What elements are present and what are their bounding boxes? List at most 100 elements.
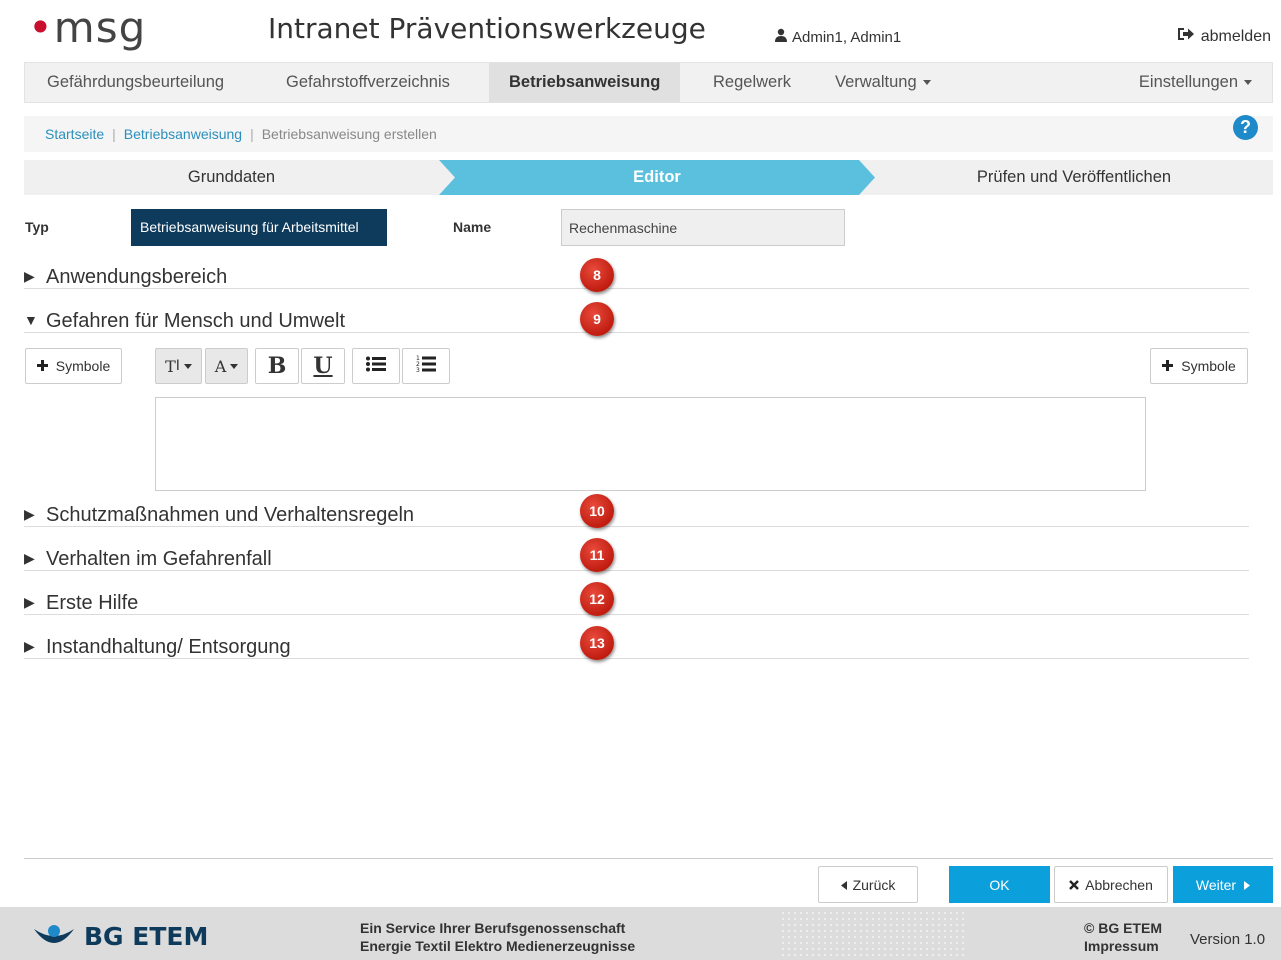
bg-etem-logo-text: BG ETEM [84, 922, 209, 951]
nav-regelwerk[interactable]: Regelwerk [693, 63, 811, 102]
add-symbols-right-button[interactable]: Symbole [1150, 348, 1248, 384]
main-nav: Gefährdungsbeurteilung Gefahrstoffverzei… [24, 62, 1273, 103]
expand-arrow-icon: ▶ [24, 506, 35, 522]
name-label: Name [453, 219, 492, 235]
bullet-list-icon [366, 356, 386, 376]
text-size-button[interactable]: TI [155, 348, 202, 384]
underline-button[interactable]: U [301, 348, 345, 384]
nav-verwaltung[interactable]: Verwaltung [815, 63, 951, 102]
rich-text-editor[interactable] [155, 397, 1146, 491]
breadcrumb-separator: | [112, 126, 116, 142]
back-button[interactable]: Zurück [818, 866, 918, 903]
footer-service-line1: Ein Service Ihrer Berufsgenossenschaft [360, 920, 626, 936]
caret-down-icon [1244, 80, 1252, 86]
step-badge: 9 [580, 302, 614, 336]
wizard-steps: Grunddaten Editor Prüfen und Veröffentli… [24, 160, 1273, 195]
section-title: Gefahren für Mensch und Umwelt [46, 310, 346, 332]
section-title: Verhalten im Gefahrenfall [46, 548, 272, 570]
step-pruefen[interactable]: Prüfen und Veröffentlichen [875, 160, 1273, 195]
section-gefahren[interactable]: ▼ Gefahren für Mensch und Umwelt [24, 309, 1249, 333]
step-grunddaten[interactable]: Grunddaten [24, 160, 439, 195]
footer-service-line2: Energie Textil Elektro Medienerzeugnisse [360, 938, 636, 954]
app-title: Intranet Präventionswerkzeuge [268, 12, 706, 45]
expand-arrow-icon: ▶ [24, 638, 35, 654]
caret-left-icon [840, 877, 847, 893]
bg-etem-logo-icon [34, 924, 74, 943]
footer-service: Ein Service Ihrer Berufsgenossenschaft E… [360, 919, 635, 955]
step-badge: 13 [580, 626, 614, 660]
section-anwendungsbereich[interactable]: ▶ Anwendungsbereich [24, 265, 1249, 289]
nav-gefaehrdungsbeurteilung[interactable]: Gefährdungsbeurteilung [27, 63, 244, 102]
nav-einstellungen-label: Einstellungen [1138, 73, 1238, 91]
close-icon [1069, 877, 1079, 893]
next-label: Weiter [1195, 876, 1237, 893]
add-symbols-left-button[interactable]: Symbole [25, 348, 122, 384]
collapse-arrow-icon: ▼ [24, 312, 38, 328]
svg-text:3: 3 [416, 367, 420, 373]
section-title: Anwendungsbereich [46, 266, 228, 288]
breadcrumb-current: Betriebsanweisung erstellen [261, 126, 437, 142]
logout-label: abmelden [1200, 27, 1271, 45]
version-label: Version 1.0 [1190, 931, 1266, 948]
caret-down-icon [230, 363, 239, 369]
divider [24, 858, 1273, 859]
impressum-link[interactable]: Impressum [1084, 937, 1162, 955]
nav-gefahrstoffverzeichnis[interactable]: Gefahrstoffverzeichnis [266, 63, 470, 102]
caret-down-icon [922, 80, 931, 86]
step-badge: 8 [580, 258, 614, 292]
numbered-list-icon: 123 [416, 355, 436, 377]
type-value: Betriebsanweisung für Arbeitsmittel [131, 209, 387, 246]
bg-etem-logo: BG ETEM [32, 922, 208, 951]
section-instandhaltung[interactable]: ▶ Instandhaltung/ Entsorgung [24, 635, 1249, 659]
logout-link[interactable]: abmelden [1177, 26, 1271, 47]
nav-verwaltung-label: Verwaltung [835, 73, 917, 91]
cancel-button[interactable]: Abbrechen [1054, 866, 1168, 903]
caret-down-icon [183, 363, 192, 369]
user-name: Admin1, Admin1 [792, 28, 902, 46]
type-label: Typ [25, 219, 49, 235]
cancel-label: Abbrechen [1085, 876, 1153, 893]
ok-button[interactable]: OK [949, 866, 1050, 903]
help-icon[interactable]: ? [1233, 115, 1258, 140]
next-button[interactable]: Weiter [1173, 866, 1273, 903]
back-label: Zurück [852, 876, 896, 893]
breadcrumb: Startseite | Betriebsanweisung | Betriebsanw… [24, 116, 1273, 152]
section-title: Instandhaltung/ Entsorgung [46, 636, 291, 658]
plus-icon [1162, 358, 1174, 374]
section-title: Erste Hilfe [46, 592, 139, 614]
text-size-cursor: I [175, 358, 180, 374]
footer-pattern [780, 910, 965, 958]
step-badge: 12 [580, 582, 614, 616]
font-color-button[interactable]: A [205, 348, 248, 384]
section-erste-hilfe[interactable]: ▶ Erste Hilfe [24, 591, 1249, 615]
expand-arrow-icon: ▶ [24, 550, 35, 566]
section-title: Schutzmaßnahmen und Verhaltensregeln [46, 504, 415, 526]
section-verhalten-gefahrenfall[interactable]: ▶ Verhalten im Gefahrenfall [24, 547, 1249, 571]
step-editor[interactable]: Editor [455, 160, 859, 195]
expand-arrow-icon: ▶ [24, 594, 35, 610]
plus-icon [36, 358, 48, 374]
expand-arrow-icon: ▶ [24, 268, 35, 284]
breadcrumb-betriebsanweisung[interactable]: Betriebsanweisung [124, 126, 242, 142]
text-size-icon: T [165, 356, 176, 376]
bold-button[interactable]: B [255, 348, 299, 384]
step-badge: 11 [580, 538, 614, 572]
step-badge: 10 [580, 494, 614, 528]
breadcrumb-separator: | [250, 126, 254, 142]
msg-logo: •msg [28, 3, 147, 52]
section-schutzmassnahmen[interactable]: ▶ Schutzmaßnahmen und Verhaltensregeln [24, 503, 1249, 527]
name-field[interactable] [561, 209, 845, 246]
nav-betriebsanweisung[interactable]: Betriebsanweisung [489, 63, 681, 102]
nav-einstellungen[interactable]: Einstellungen [1119, 63, 1272, 102]
breadcrumb-startseite[interactable]: Startseite [45, 126, 104, 142]
sign-out-icon [1177, 26, 1195, 47]
footer-legal: © BG ETEM Impressum [1084, 919, 1162, 955]
footer-copyright: © BG ETEM [1084, 920, 1162, 936]
caret-right-icon [1244, 877, 1251, 893]
font-color-icon: A [214, 356, 227, 376]
user-icon [774, 28, 788, 46]
add-symbols-right-label: Symbole [1181, 358, 1236, 374]
numbered-list-button[interactable]: 123 [402, 348, 450, 384]
user-info: Admin1, Admin1 [774, 28, 901, 46]
bullet-list-button[interactable] [352, 348, 400, 384]
